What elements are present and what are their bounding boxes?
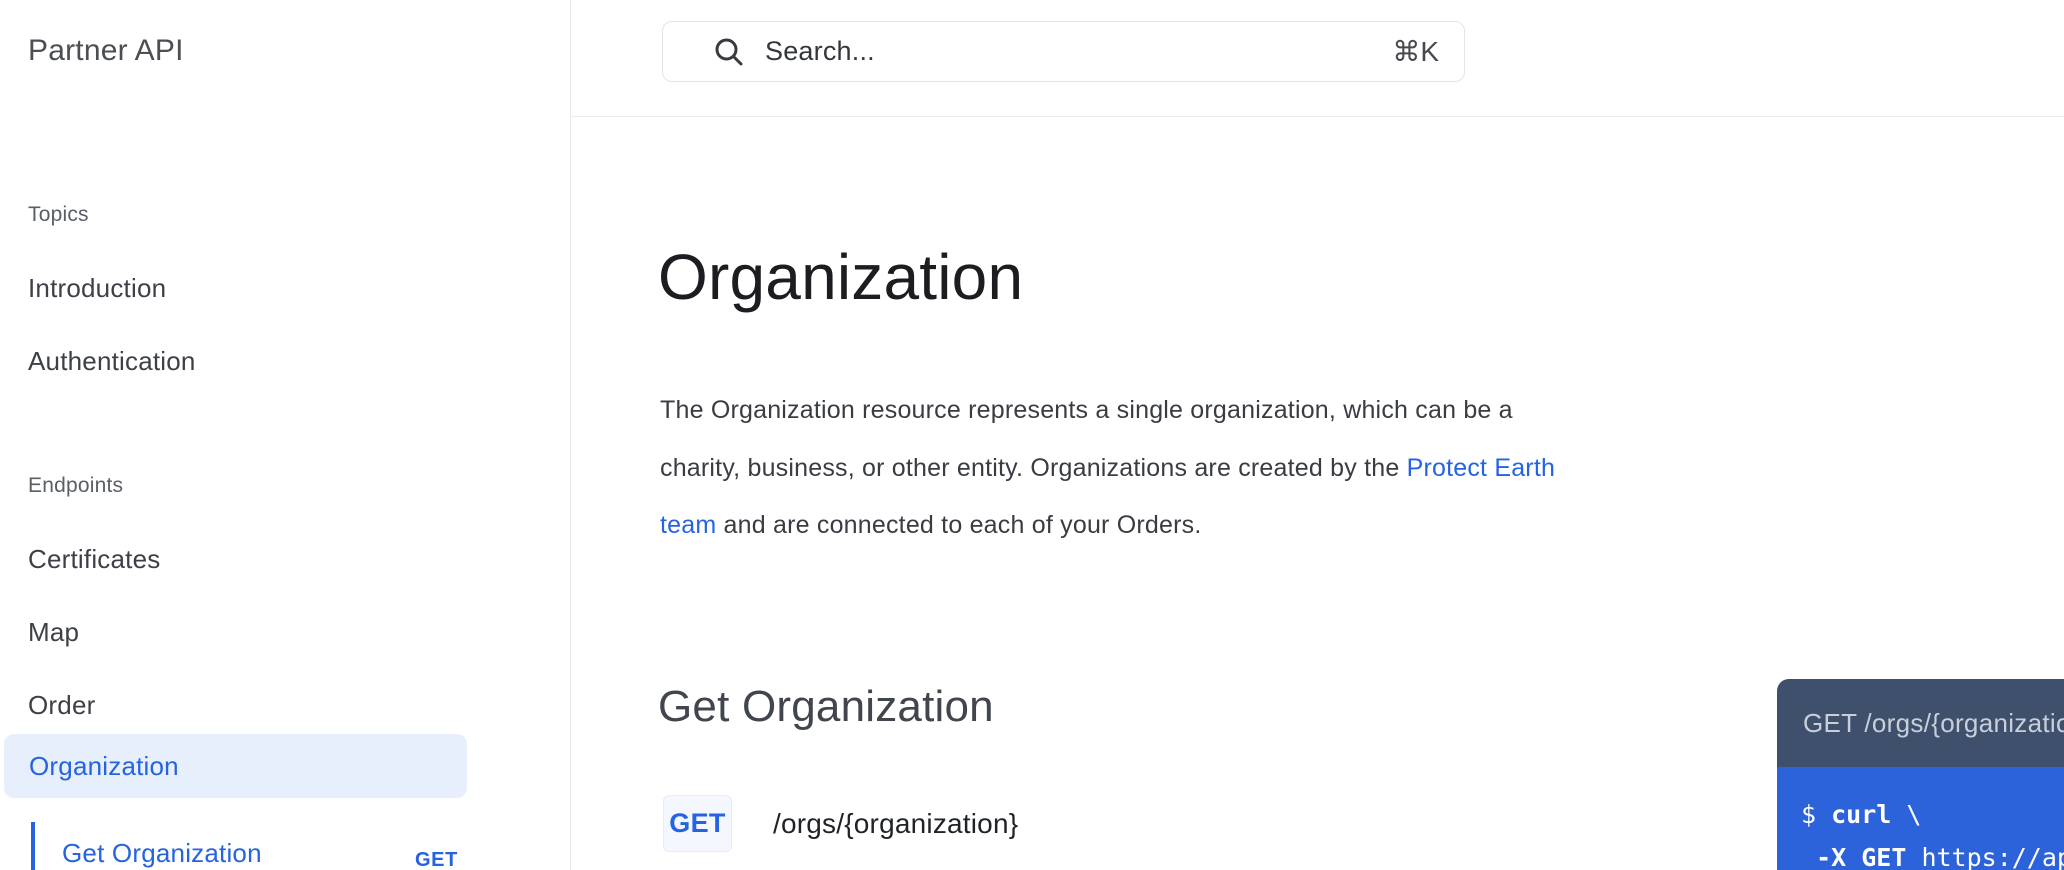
paragraph-line: team and are connected to each of your O…: [660, 497, 1555, 555]
sidebar-subitem-get-organization[interactable]: Get Organization GET: [0, 822, 571, 870]
sidebar-item-map[interactable]: Map: [28, 617, 79, 648]
endpoint-row: GET /orgs/{organization}: [663, 795, 1018, 852]
resource-description: The Organization resource represents a s…: [660, 382, 1555, 555]
text-segment: The Organization resource represents a s…: [660, 396, 1513, 424]
sidebar-item-order[interactable]: Order: [28, 690, 95, 721]
search-icon: [713, 36, 745, 68]
text-segment: [1846, 843, 1861, 870]
sidebar-item-introduction[interactable]: Introduction: [28, 273, 166, 304]
operation-title: Get Organization: [658, 682, 994, 732]
code-line: -X GET https://api: [1801, 836, 2064, 870]
sidebar: Partner API Topics Introduction Authenti…: [0, 0, 571, 870]
text-segment: [1801, 843, 1816, 870]
sidebar-item-label: Organization: [29, 751, 179, 782]
sidebar-section-topics: Topics: [28, 203, 89, 227]
text-segment: $: [1801, 800, 1831, 829]
sidebar-item-authentication[interactable]: Authentication: [28, 346, 196, 377]
code-keyword: -X: [1816, 843, 1846, 870]
search-shortcut-hint: ⌘K: [1392, 35, 1464, 68]
curl-code-block: $ curl \ -X GET https://api: [1777, 767, 2064, 870]
paragraph-line: The Organization resource represents a s…: [660, 382, 1555, 440]
text-link[interactable]: Protect Earth: [1407, 454, 1556, 482]
request-sample-panel: GET /orgs/{organization} $ curl \ -X GET…: [1777, 679, 2064, 870]
text-segment: \: [1891, 800, 1921, 829]
http-method-badge: GET: [663, 795, 732, 852]
paragraph-line: charity, business, or other entity. Orga…: [660, 440, 1555, 498]
text-link[interactable]: team: [660, 511, 716, 539]
code-line: $ curl \: [1801, 793, 2064, 836]
sidebar-item-certificates[interactable]: Certificates: [28, 544, 160, 575]
text-segment: https://api: [1906, 843, 2064, 870]
endpoint-path: /orgs/{organization}: [773, 808, 1018, 840]
code-keyword: GET: [1861, 843, 1906, 870]
page-title: Organization: [658, 240, 1023, 314]
active-indicator-bar: [31, 822, 35, 870]
code-keyword: curl: [1831, 800, 1891, 829]
search-input[interactable]: Search... ⌘K: [662, 21, 1465, 82]
sidebar-subitem-label: Get Organization: [62, 838, 262, 869]
text-segment: and are connected to each of your Orders…: [716, 511, 1201, 539]
request-sample-header: GET /orgs/{organization}: [1777, 679, 2064, 767]
sidebar-item-organization-active[interactable]: Organization: [4, 734, 467, 798]
brand-title: Partner API: [28, 34, 184, 68]
api-docs-page: Partner API Topics Introduction Authenti…: [0, 0, 2064, 870]
method-tag-get: GET: [415, 849, 458, 870]
search-placeholder: Search...: [765, 36, 875, 67]
text-segment: charity, business, or other entity. Orga…: [660, 454, 1407, 482]
sidebar-section-endpoints: Endpoints: [28, 474, 123, 498]
